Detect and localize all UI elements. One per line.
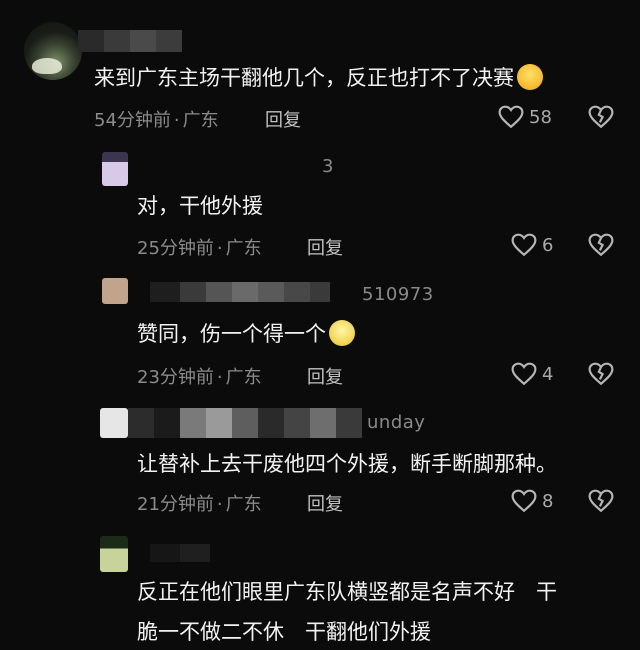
heart-icon — [498, 105, 524, 129]
comment-text-line-2: 脆一不做二不休 干翻他们外援 — [137, 620, 431, 644]
heart-icon — [511, 489, 537, 513]
like-count: 8 — [542, 490, 554, 512]
broken-heart-icon — [588, 105, 614, 129]
broken-heart-icon — [588, 362, 614, 386]
dislike-button[interactable] — [588, 105, 614, 133]
username-tail[interactable]: 3 — [322, 156, 334, 177]
like-button[interactable]: 6 — [511, 233, 553, 257]
username-mosaic[interactable] — [78, 30, 182, 52]
comment-text: 让替补上去干废他四个外援，断手断脚那种。 — [137, 452, 557, 476]
like-count: 6 — [542, 234, 554, 256]
reply-button[interactable]: 回复 — [307, 490, 343, 516]
username-mosaic[interactable] — [150, 282, 330, 302]
like-count: 58 — [529, 106, 552, 128]
comment-text-line-1: 反正在他们眼里广东队横竖都是名声不好 干 — [137, 580, 557, 604]
comment-5: 反正在他们眼里广东队横竖都是名声不好 干 脆一不做二不休 干翻他们外援 — [0, 530, 640, 647]
username-mosaic[interactable] — [128, 408, 362, 438]
dislike-button[interactable] — [588, 233, 614, 261]
avatar[interactable] — [100, 536, 128, 572]
username-tail[interactable]: 510973 — [362, 284, 434, 305]
avatar[interactable] — [100, 408, 128, 438]
avatar[interactable] — [102, 278, 128, 304]
laughing-tears-emoji — [517, 64, 543, 90]
comment-1: 来到广东主场干翻他几个，反正也打不了决赛 54分钟前 · 广东 回复 58 — [0, 0, 640, 140]
comment-4: unday 让替补上去干废他四个外援，断手断脚那种。 21分钟前 · 广东 回复 8 — [0, 400, 640, 530]
comment-text: 对，干他外援 — [137, 194, 263, 218]
like-button[interactable]: 4 — [511, 362, 553, 386]
comment-meta: 54分钟前 · 广东 — [94, 110, 219, 131]
comment-3: 510973 赞同，伤一个得一个 23分钟前 · 广东 回复 4 — [0, 270, 640, 400]
comment-meta: 21分钟前 · 广东 — [137, 494, 262, 515]
comment-2: 3 对，干他外援 25分钟前 · 广东 回复 6 — [0, 140, 640, 270]
reply-button[interactable]: 回复 — [307, 234, 343, 260]
comment-meta: 25分钟前 · 广东 — [137, 238, 262, 259]
like-button[interactable]: 8 — [511, 489, 553, 513]
like-button[interactable]: 58 — [498, 105, 552, 129]
comment-text: 来到广东主场干翻他几个，反正也打不了决赛 — [94, 60, 543, 96]
avatar[interactable] — [102, 152, 128, 186]
dislike-button[interactable] — [588, 489, 614, 517]
heart-icon — [511, 362, 537, 386]
username-mosaic[interactable] — [150, 544, 210, 562]
broken-heart-icon — [588, 233, 614, 257]
comment-text: 赞同，伤一个得一个 — [137, 316, 355, 352]
comment-meta: 23分钟前 · 广东 — [137, 367, 262, 388]
heart-icon — [511, 233, 537, 257]
reply-button[interactable]: 回复 — [307, 363, 343, 389]
broken-heart-icon — [588, 489, 614, 513]
avatar[interactable] — [24, 22, 82, 80]
like-count: 4 — [542, 363, 554, 385]
dislike-button[interactable] — [588, 362, 614, 390]
username-tail[interactable]: unday — [367, 412, 425, 433]
smile-emoji — [329, 320, 355, 346]
reply-button[interactable]: 回复 — [265, 106, 301, 132]
